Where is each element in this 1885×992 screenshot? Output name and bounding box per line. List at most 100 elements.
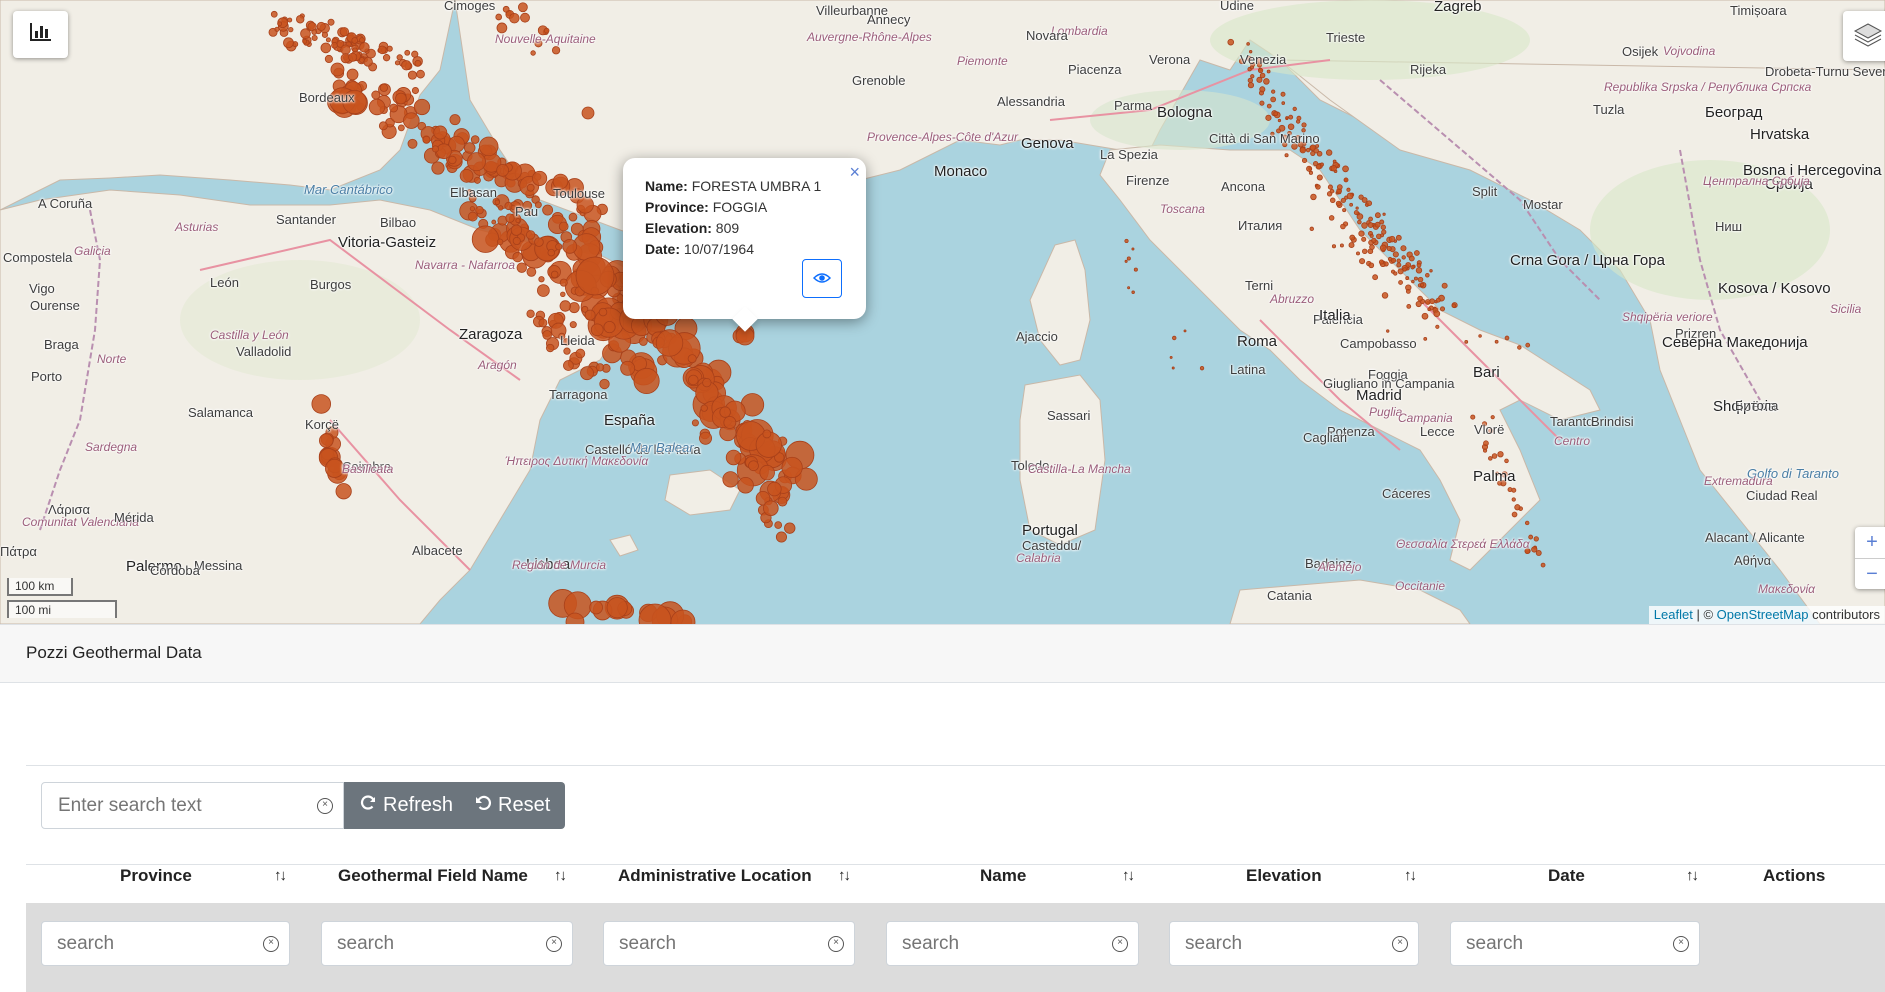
well-marker[interactable] (1429, 269, 1433, 273)
well-marker[interactable] (327, 18, 335, 26)
marker-layer[interactable] (0, 0, 1885, 624)
well-marker[interactable] (436, 143, 452, 160)
well-marker[interactable] (1483, 448, 1488, 453)
well-marker[interactable] (1199, 366, 1205, 371)
well-marker[interactable] (1358, 230, 1365, 237)
well-marker[interactable] (1393, 271, 1398, 276)
well-marker[interactable] (496, 238, 504, 246)
well-marker[interactable] (722, 471, 739, 488)
well-marker[interactable] (1451, 303, 1457, 308)
well-marker[interactable] (603, 321, 616, 334)
well-marker[interactable] (397, 124, 405, 132)
well-marker[interactable] (655, 329, 684, 357)
well-marker[interactable] (378, 121, 388, 131)
well-marker[interactable] (1299, 146, 1307, 154)
well-marker[interactable] (330, 62, 345, 77)
well-marker[interactable] (1417, 276, 1424, 283)
well-marker[interactable] (560, 291, 566, 298)
well-marker[interactable] (1366, 200, 1373, 207)
column-header[interactable]: Date (1548, 849, 1585, 903)
well-marker[interactable] (550, 270, 559, 279)
clear-search-icon[interactable]: × (317, 797, 333, 814)
well-marker[interactable] (1247, 77, 1253, 84)
well-marker[interactable] (1369, 244, 1375, 250)
well-marker[interactable] (404, 49, 411, 56)
well-marker[interactable] (1517, 345, 1522, 350)
well-marker[interactable] (386, 45, 393, 52)
well-marker[interactable] (1327, 184, 1333, 190)
well-marker[interactable] (1171, 366, 1175, 370)
clear-filter-icon[interactable]: × (263, 935, 279, 952)
well-marker[interactable] (1273, 111, 1279, 117)
well-marker[interactable] (777, 496, 788, 507)
well-marker[interactable] (359, 42, 370, 53)
well-marker[interactable] (1266, 103, 1272, 109)
well-marker[interactable] (1361, 222, 1368, 229)
well-marker[interactable] (1491, 453, 1498, 459)
well-marker[interactable] (526, 183, 535, 192)
well-marker[interactable] (1368, 262, 1375, 269)
well-marker[interactable] (1281, 101, 1286, 105)
well-marker[interactable] (1383, 261, 1389, 267)
well-marker[interactable] (1400, 245, 1407, 252)
well-marker[interactable] (1340, 197, 1347, 203)
sort-icon[interactable]: ↑↓ (554, 849, 567, 903)
column-filter-input[interactable] (604, 922, 854, 965)
well-marker[interactable] (1340, 223, 1346, 230)
well-marker[interactable] (1524, 520, 1530, 526)
well-marker[interactable] (725, 449, 742, 466)
well-marker[interactable] (1420, 282, 1425, 288)
well-marker[interactable] (1392, 251, 1399, 258)
well-marker[interactable] (1339, 243, 1344, 248)
well-marker[interactable] (1368, 216, 1373, 222)
popup-close-button[interactable]: × (849, 162, 860, 183)
well-marker[interactable] (1306, 165, 1313, 172)
well-marker[interactable] (389, 103, 399, 113)
well-marker[interactable] (538, 276, 545, 283)
column-header[interactable]: Geothermal Field Name (338, 849, 528, 903)
well-marker[interactable] (1336, 184, 1343, 190)
well-marker[interactable] (620, 360, 636, 376)
well-marker[interactable] (1361, 236, 1367, 242)
well-marker[interactable] (1525, 342, 1531, 348)
well-marker[interactable] (1386, 246, 1392, 252)
well-marker[interactable] (1280, 91, 1286, 97)
well-marker[interactable] (526, 309, 535, 318)
well-marker[interactable] (1287, 123, 1295, 130)
well-marker[interactable] (763, 500, 779, 517)
well-marker[interactable] (633, 367, 660, 395)
well-marker[interactable] (395, 92, 407, 105)
well-marker[interactable] (1415, 301, 1422, 308)
well-marker[interactable] (1504, 335, 1510, 341)
well-marker[interactable] (530, 50, 536, 56)
well-marker[interactable] (1227, 38, 1235, 46)
well-marker[interactable] (1401, 255, 1406, 260)
well-marker[interactable] (407, 70, 417, 80)
well-marker[interactable] (1309, 226, 1314, 232)
well-marker[interactable] (288, 26, 294, 33)
well-marker[interactable] (413, 98, 431, 116)
well-marker[interactable] (321, 31, 329, 38)
well-marker[interactable] (551, 46, 561, 55)
well-marker[interactable] (1494, 339, 1499, 344)
sort-icon[interactable]: ↑↓ (1404, 849, 1417, 903)
well-marker[interactable] (382, 54, 391, 62)
layers-button[interactable] (1843, 11, 1885, 61)
well-marker[interactable] (1356, 251, 1360, 256)
well-marker[interactable] (1440, 306, 1446, 312)
well-marker[interactable] (1414, 250, 1420, 256)
well-marker[interactable] (580, 366, 594, 381)
well-marker[interactable] (1131, 290, 1135, 294)
well-marker[interactable] (325, 458, 345, 478)
well-marker[interactable] (473, 176, 481, 184)
well-marker[interactable] (403, 112, 420, 129)
well-marker[interactable] (1124, 259, 1128, 263)
well-marker[interactable] (378, 45, 387, 55)
well-marker[interactable] (1416, 262, 1422, 268)
well-marker[interactable] (379, 83, 389, 92)
well-marker[interactable] (1441, 282, 1448, 289)
well-marker[interactable] (459, 168, 474, 183)
well-marker[interactable] (784, 522, 796, 534)
well-marker[interactable] (1310, 193, 1317, 201)
well-marker[interactable] (494, 199, 500, 205)
